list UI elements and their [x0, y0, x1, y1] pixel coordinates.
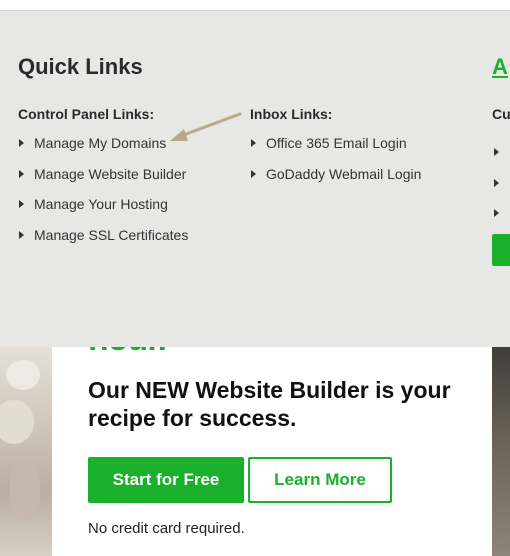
quick-links-title: Quick Links [18, 54, 143, 79]
promo-background-image [0, 340, 52, 556]
godaddy-webmail-login-link[interactable]: GoDaddy Webmail Login [251, 166, 421, 182]
link-label: Manage Your Hosting [34, 196, 168, 212]
triangle-right-icon [494, 148, 499, 156]
learn-more-button[interactable]: Learn More [248, 457, 392, 503]
right-column-title-partial[interactable]: A [492, 54, 508, 80]
manage-my-domains-link[interactable]: Manage My Domains [19, 135, 166, 151]
link-label: Manage Website Builder [34, 166, 187, 182]
office-365-email-login-link[interactable]: Office 365 Email Login [251, 135, 407, 151]
triangle-right-icon [19, 231, 24, 239]
promo-background-image-right [492, 340, 510, 556]
triangle-right-icon [494, 209, 499, 217]
quick-links-panel: Quick Links A Control Panel Links: Inbox… [0, 10, 510, 347]
manage-your-hosting-link[interactable]: Manage Your Hosting [19, 196, 168, 212]
start-for-free-button[interactable]: Start for Free [88, 457, 244, 503]
arrow-annotation-icon [170, 112, 242, 141]
triangle-right-icon [251, 170, 256, 178]
background-decor [6, 360, 40, 390]
right-column-button-partial[interactable] [492, 234, 510, 266]
triangle-right-icon [251, 139, 256, 147]
triangle-right-icon [19, 139, 24, 147]
link-label: Manage SSL Certificates [34, 227, 189, 243]
link-label: Office 365 Email Login [266, 135, 407, 151]
link-label: GoDaddy Webmail Login [266, 166, 422, 182]
right-column-heading-partial: Cu [492, 106, 510, 122]
control-panel-links-heading: Control Panel Links: [18, 106, 155, 122]
background-decor [0, 400, 34, 444]
promo-headline: Our NEW Website Builder is your recipe f… [88, 377, 451, 431]
triangle-right-icon [19, 200, 24, 208]
triangle-right-icon [494, 179, 499, 187]
promo-card: hour. Our NEW Website Builder is your re… [52, 322, 492, 556]
inbox-links-heading: Inbox Links: [250, 106, 333, 122]
triangle-right-icon [19, 170, 24, 178]
background-decor [10, 460, 40, 520]
manage-ssl-certificates-link[interactable]: Manage SSL Certificates [19, 227, 188, 243]
link-label: Manage My Domains [34, 135, 167, 151]
no-credit-card-note: No credit card required. [88, 520, 245, 537]
manage-website-builder-link[interactable]: Manage Website Builder [19, 166, 186, 182]
